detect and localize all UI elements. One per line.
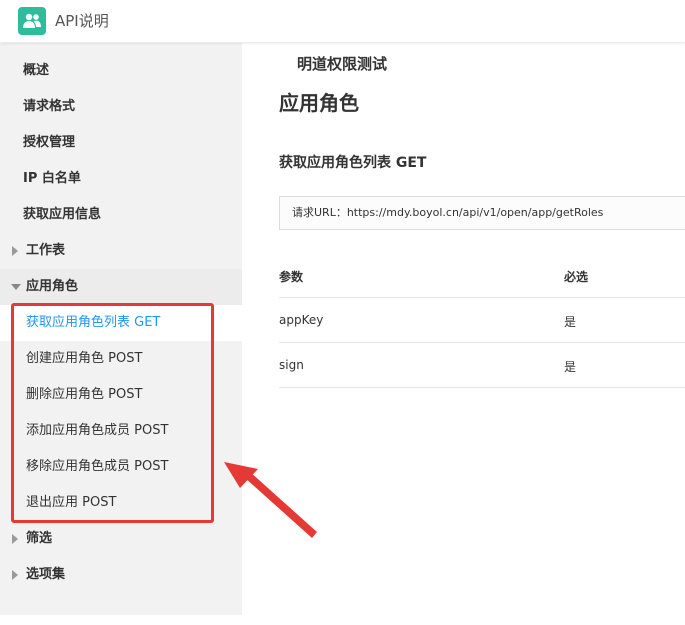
highlight-box	[11, 303, 214, 523]
users-logo-icon	[18, 7, 46, 35]
sidebar-item-label: 筛选	[26, 531, 53, 546]
sidebar-item-label: 应用角色	[26, 279, 79, 294]
app-title-sub: API说明	[55, 12, 109, 30]
sidebar-item-app-info[interactable]: 获取应用信息	[0, 197, 242, 233]
sidebar-item-app-roles[interactable]: 应用角色	[0, 269, 242, 305]
sidebar-item-worksheet[interactable]: 工作表	[0, 233, 242, 269]
sidebar-item-auth[interactable]: 授权管理	[0, 125, 242, 161]
caret-right-icon	[12, 246, 18, 256]
sidebar-item-label: 请求格式	[23, 99, 76, 114]
caret-down-icon	[11, 284, 21, 290]
sidebar-item-overview[interactable]: 概述	[0, 53, 242, 89]
sidebar-item-request-format[interactable]: 请求格式	[0, 89, 242, 125]
sidebar-item-label: IP 白名单	[23, 171, 81, 186]
sidebar-item-ip-whitelist[interactable]: IP 白名单	[0, 161, 242, 197]
app-header: 明道权限测试 API说明	[0, 0, 685, 73]
app-title-main: 明道权限测试	[297, 55, 388, 73]
caret-right-icon	[12, 570, 18, 580]
caret-right-icon	[12, 534, 18, 544]
sidebar-item-option-set[interactable]: 选项集	[0, 557, 242, 593]
sidebar-item-label: 授权管理	[23, 135, 76, 150]
sidebar-item-label: 概述	[23, 63, 50, 78]
sidebar-item-label: 获取应用信息	[23, 207, 102, 222]
sidebar-item-label: 工作表	[26, 243, 66, 258]
sidebar-item-label: 选项集	[26, 567, 66, 582]
app-title: 明道权限测试 API说明	[55, 10, 387, 73]
sidebar-item-filter[interactable]: 筛选	[0, 521, 242, 557]
